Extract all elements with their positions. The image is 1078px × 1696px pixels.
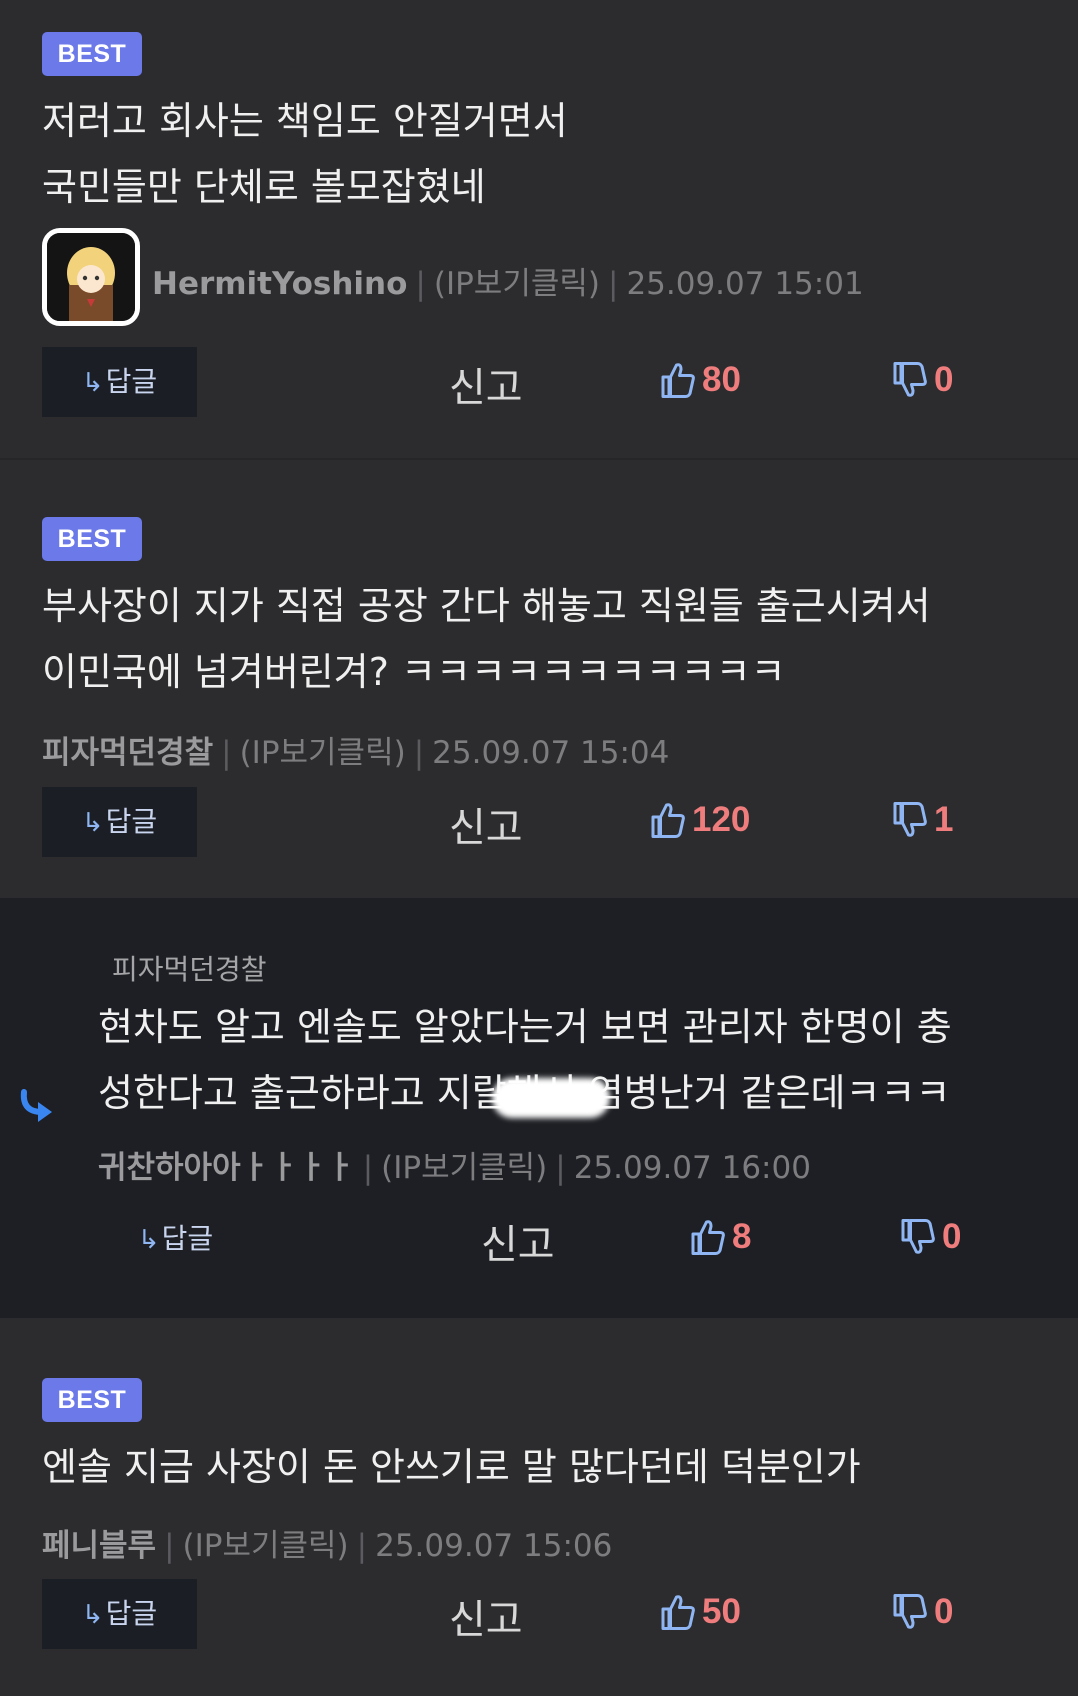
report-button[interactable]: 신고 [449,355,523,413]
ip-view-link[interactable]: (IP보기클릭) [240,735,406,771]
like-button[interactable]: 120 [650,800,750,840]
reply-button[interactable]: ↳답글 [98,1204,253,1274]
like-count: 120 [692,800,751,839]
dislike-button[interactable]: 0 [900,1217,961,1257]
comment-text-line: 부사장이 지가 직접 공장 간다 해놓고 직원들 출근시켜서 [42,584,931,628]
report-button[interactable]: 신고 [449,1587,523,1645]
comment-text-line: 엔솔 지금 사장이 돈 안쓰기로 말 많다던데 덕분인가 [42,1445,861,1489]
avatar[interactable] [42,228,140,326]
reply-arrow-icon: ↳ [137,1225,160,1255]
thumbs-down-icon [893,1594,927,1629]
thumbs-down-icon [893,802,927,837]
timestamp: 25.09.07 16:00 [573,1150,811,1186]
reply-arrow-icon: ↳ [81,368,104,398]
like-button[interactable]: 50 [660,1592,741,1632]
comment-text-line: 현차도 알고 엔솔도 알았다는거 보면 관리자 한명이 충 [98,1005,952,1049]
thumbs-down-icon [901,1219,935,1254]
reply-comment-card: 피자먹던경찰 현차도 알고 엔솔도 알았다는거 보면 관리자 한명이 충 성한다… [0,898,1078,1318]
ip-view-link[interactable]: (IP보기클릭) [381,1150,547,1186]
comment-text-line: 저러고 회사는 책임도 안질거면서 [42,99,568,143]
thumbs-up-icon [661,363,695,398]
reply-label: 답글 [105,805,158,838]
like-count: 8 [732,1217,752,1256]
comment-card: BEST 엔솔 지금 사장이 돈 안쓰기로 말 많다던데 덕분인가 페니블루 |(… [0,1318,1078,1696]
dislike-button[interactable]: 1 [892,800,953,840]
best-badge: BEST [42,517,142,561]
thumbs-down-icon [893,362,927,397]
reply-arrow-icon: ↳ [81,1600,104,1630]
comment-text-line: 국민들만 단체로 볼모잡혔네 [42,165,486,209]
thumbs-up-icon [651,803,685,838]
comment-meta: 페니블루 | (IP보기클릭) | 25.09.07 15:06 [42,1528,613,1564]
reply-button[interactable]: ↳답글 [42,787,197,857]
best-badge: BEST [42,1378,142,1422]
ip-view-link[interactable]: (IP보기클릭) [434,266,600,302]
like-button[interactable]: 80 [660,360,741,400]
dislike-button[interactable]: 0 [892,360,953,400]
dislike-count: 1 [934,800,954,839]
reply-button[interactable]: ↳답글 [42,347,197,417]
reply-target-nickname: 피자먹던경찰 [112,953,267,986]
report-button[interactable]: 신고 [449,795,523,853]
censor-blot [492,1078,610,1118]
thumbs-up-icon [691,1220,725,1255]
dislike-count: 0 [934,360,954,399]
like-count: 80 [702,360,741,399]
comment-card: BEST 부사장이 지가 직접 공장 간다 해놓고 직원들 출근시켜서 이민국에… [0,460,1078,898]
author-nickname[interactable]: 페니블루 [42,1528,156,1564]
timestamp: 25.09.07 15:04 [432,735,670,771]
author-nickname[interactable]: HermitYoshino [152,266,407,302]
like-count: 50 [702,1592,741,1631]
reply-label: 답글 [105,365,158,398]
timestamp: 25.09.07 15:06 [375,1528,613,1564]
reply-button[interactable]: ↳답글 [42,1579,197,1649]
comment-card: BEST 저러고 회사는 책임도 안질거면서 국민들만 단체로 볼모잡혔네 He… [0,0,1078,458]
comment-text-line: 이민국에 넘겨버린겨? ㅋㅋㅋㅋㅋㅋㅋㅋㅋㅋㅋ [42,650,786,694]
author-nickname[interactable]: 귀찬하아아ㅏㅏㅏㅏ [98,1150,355,1186]
thumbs-up-icon [661,1595,695,1630]
reply-label: 답글 [161,1222,214,1255]
dislike-count: 0 [942,1217,962,1256]
best-badge: BEST [42,32,142,76]
dislike-count: 0 [934,1592,954,1631]
comment-meta: 피자먹던경찰 | (IP보기클릭) | 25.09.07 15:04 [42,735,670,771]
dislike-button[interactable]: 0 [892,1592,953,1632]
timestamp: 25.09.07 15:01 [626,266,864,302]
reply-arrow-icon: ↳ [81,808,104,838]
author-nickname[interactable]: 피자먹던경찰 [42,735,213,771]
comment-meta: HermitYoshino | (IP보기클릭) | 25.09.07 15:01 [152,266,864,302]
comment-meta: 귀찬하아아ㅏㅏㅏㅏ | (IP보기클릭) | 25.09.07 16:00 [98,1150,811,1186]
report-button[interactable]: 신고 [481,1212,555,1270]
ip-view-link[interactable]: (IP보기클릭) [183,1528,349,1564]
reply-label: 답글 [105,1597,158,1630]
reply-indicator-icon [20,1089,52,1122]
like-button[interactable]: 8 [690,1217,751,1257]
